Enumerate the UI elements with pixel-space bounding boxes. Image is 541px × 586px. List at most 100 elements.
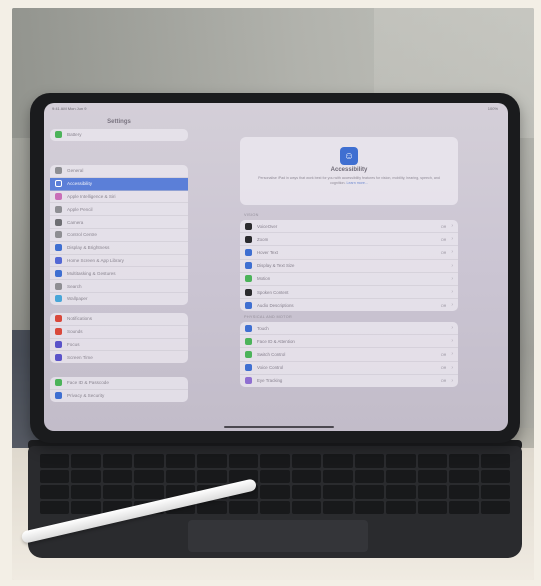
keyboard-key[interactable]	[354, 485, 385, 499]
settings-row[interactable]: Touch ›	[240, 322, 458, 336]
keyboard-key[interactable]	[197, 454, 227, 468]
chevron-right-icon: ›	[451, 351, 453, 358]
sidebar-item[interactable]: Apple Pencil	[50, 203, 188, 217]
row-label: Eye Tracking	[257, 378, 283, 384]
keyboard-key[interactable]	[386, 485, 416, 499]
settings-row[interactable]: Eye Tracking Off ›	[240, 375, 458, 387]
keyboard-key[interactable]	[260, 469, 290, 483]
sidebar-group: Battery	[50, 129, 188, 141]
keyboard-key[interactable]	[480, 485, 510, 499]
keyboard-key[interactable]	[291, 485, 322, 499]
keyboard-key[interactable]	[71, 500, 101, 514]
keyboard-key[interactable]	[102, 454, 133, 468]
keyboard-key[interactable]	[260, 500, 290, 514]
sidebar-item[interactable]: Accessibility	[50, 177, 188, 191]
keyboard-key[interactable]	[71, 454, 101, 468]
keyboard-key[interactable]	[71, 469, 101, 483]
feature-icon	[245, 235, 252, 243]
keyboard-key[interactable]	[449, 469, 479, 483]
keyboard-key[interactable]	[417, 500, 448, 514]
keyboard-key[interactable]	[40, 454, 70, 468]
trackpad[interactable]	[188, 520, 368, 552]
keyboard-key[interactable]	[449, 500, 479, 514]
feature-icon	[245, 364, 252, 372]
keyboard-key[interactable]	[40, 500, 70, 514]
sidebar-item[interactable]: Control Centre	[50, 229, 188, 242]
keyboard-key[interactable]	[102, 469, 133, 483]
keyboard-key[interactable]	[260, 454, 290, 468]
settings-row[interactable]: Zoom Off ›	[240, 233, 458, 247]
keyboard-key[interactable]	[323, 454, 353, 468]
sidebar-item[interactable]: Search	[50, 280, 188, 293]
settings-row[interactable]: Display & Text Size ›	[240, 260, 458, 273]
keyboard-key[interactable]	[165, 454, 196, 468]
settings-row[interactable]: Switch Control Off ›	[240, 348, 458, 362]
settings-row[interactable]: Spoken Content ›	[240, 286, 458, 300]
sidebar-item[interactable]: Battery	[50, 129, 188, 141]
keyboard-key[interactable]	[260, 485, 290, 499]
keyboard-key[interactable]	[417, 485, 448, 499]
keyboard-key[interactable]	[480, 500, 510, 514]
row-label: Spoken Content	[257, 289, 289, 295]
keyboard-key[interactable]	[323, 485, 353, 499]
keyboard-key[interactable]	[197, 469, 227, 483]
keyboard-key[interactable]	[386, 454, 416, 468]
keyboard-key[interactable]	[102, 485, 133, 499]
settings-row[interactable]: Voice Control Off ›	[240, 362, 458, 375]
sidebar-item[interactable]: Screen Time	[50, 351, 188, 363]
accessibility-icon: ☺	[340, 147, 358, 165]
keyboard-key[interactable]	[134, 469, 164, 483]
sidebar-item[interactable]: Wallpaper	[50, 293, 188, 305]
sidebar-item[interactable]: Display & Brightness	[50, 242, 188, 255]
keyboard-key[interactable]	[134, 485, 164, 499]
keyboard-key[interactable]	[291, 469, 322, 483]
sidebar-item[interactable]: General	[50, 165, 188, 178]
sidebar-item[interactable]: Apple Intelligence & Siri	[50, 191, 188, 204]
sidebar-item[interactable]: Privacy & Security	[50, 390, 188, 402]
keyboard-key[interactable]	[354, 500, 385, 514]
keyboard-key[interactable]	[323, 500, 353, 514]
keyboard-key[interactable]	[449, 485, 479, 499]
settings-row[interactable]: Motion ›	[240, 273, 458, 286]
keyboard-key[interactable]	[40, 469, 70, 483]
vision-section-label: VISION	[244, 213, 259, 217]
keyboard-key[interactable]	[354, 454, 385, 468]
sidebar-item[interactable]: Notifications	[50, 313, 188, 326]
sidebar-item-label: Privacy & Security	[67, 393, 105, 399]
keyboard-key[interactable]	[228, 500, 259, 514]
sidebar-item-label: Wallpaper	[67, 296, 88, 302]
keyboard-key[interactable]	[386, 469, 416, 483]
keyboard-key[interactable]	[480, 454, 510, 468]
sidebar-item[interactable]: Multitasking & Gestures	[50, 267, 188, 281]
sidebar-item[interactable]: Home Screen & App Library	[50, 255, 188, 268]
keyboard-key[interactable]	[354, 469, 385, 483]
keyboard-key[interactable]	[417, 469, 448, 483]
keyboard-key[interactable]	[291, 500, 322, 514]
feature-icon	[245, 275, 252, 283]
settings-row[interactable]: Audio Descriptions Off ›	[240, 299, 458, 311]
settings-row[interactable]: Face ID & Attention ›	[240, 335, 458, 349]
keyboard-key[interactable]	[228, 454, 259, 468]
chevron-right-icon: ›	[451, 275, 453, 282]
keyboard-key[interactable]	[417, 454, 448, 468]
settings-icon	[55, 295, 62, 303]
keyboard-key[interactable]	[323, 469, 353, 483]
keyboard-key[interactable]	[71, 485, 101, 499]
sidebar-item[interactable]: Focus	[50, 339, 188, 352]
sidebar-item[interactable]: Camera	[50, 216, 188, 229]
learn-more-link[interactable]: Learn more...	[347, 181, 368, 185]
keyboard-key[interactable]	[291, 454, 322, 468]
sidebar-item-label: Apple Intelligence & Siri	[67, 193, 116, 199]
settings-row[interactable]: Hover Text Off ›	[240, 246, 458, 260]
sidebar-item[interactable]: Face ID & Passcode	[50, 377, 188, 390]
keyboard-key[interactable]	[386, 500, 416, 514]
keyboard-key[interactable]	[480, 469, 510, 483]
keyboard-key[interactable]	[40, 485, 70, 499]
settings-row[interactable]: VoiceOver Off ›	[240, 220, 458, 234]
row-label: VoiceOver	[257, 223, 278, 229]
sidebar-item[interactable]: Sounds	[50, 326, 188, 339]
keyboard-key[interactable]	[449, 454, 479, 468]
keyboard-key[interactable]	[165, 469, 196, 483]
keyboard-key[interactable]	[134, 454, 164, 468]
home-indicator[interactable]	[224, 426, 334, 428]
